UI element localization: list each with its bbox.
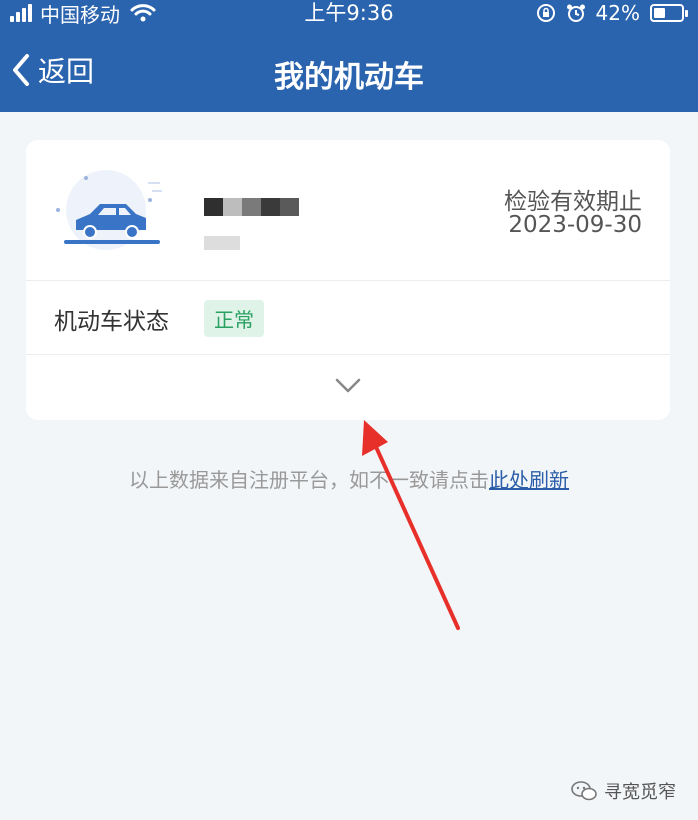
battery-percent: 42%	[595, 1, 640, 25]
watermark-text: 寻宽觅窄	[604, 782, 676, 803]
alarm-icon	[566, 4, 585, 22]
status-badge: 正常	[204, 300, 264, 337]
status-bar-right: 42%	[536, 0, 688, 26]
plate-type-redacted	[204, 236, 240, 250]
top-header: 中国移动 上午9:36 42% 返回 我的机动车	[0, 0, 698, 112]
vehicle-status-label: 机动车状态	[54, 309, 169, 335]
divider	[26, 354, 670, 355]
nav-bar: 返回 我的机动车	[0, 40, 698, 104]
battery-icon	[650, 4, 688, 22]
wechat-icon	[571, 781, 597, 801]
status-bar: 中国移动 上午9:36 42%	[0, 0, 698, 27]
chevron-down-icon[interactable]	[332, 372, 364, 400]
divider	[26, 280, 670, 281]
data-source-text: 以上数据来自注册平台，如不一致请点击	[129, 468, 489, 492]
page-title: 我的机动车	[274, 60, 424, 95]
car-icon	[56, 170, 162, 250]
refresh-link[interactable]: 此处刷新	[489, 468, 569, 492]
inspection-label: 检验有效期止	[504, 189, 642, 215]
plate-number-redacted	[204, 198, 299, 216]
watermark: 寻宽觅窄	[570, 778, 676, 804]
inspection-date: 2023-09-30	[508, 212, 642, 238]
vehicle-card: 检验有效期止 2023-09-30 机动车状态 正常	[26, 140, 670, 420]
rotation-lock-icon	[536, 4, 555, 22]
data-source-note: 以上数据来自注册平台，如不一致请点击此处刷新	[0, 464, 698, 493]
